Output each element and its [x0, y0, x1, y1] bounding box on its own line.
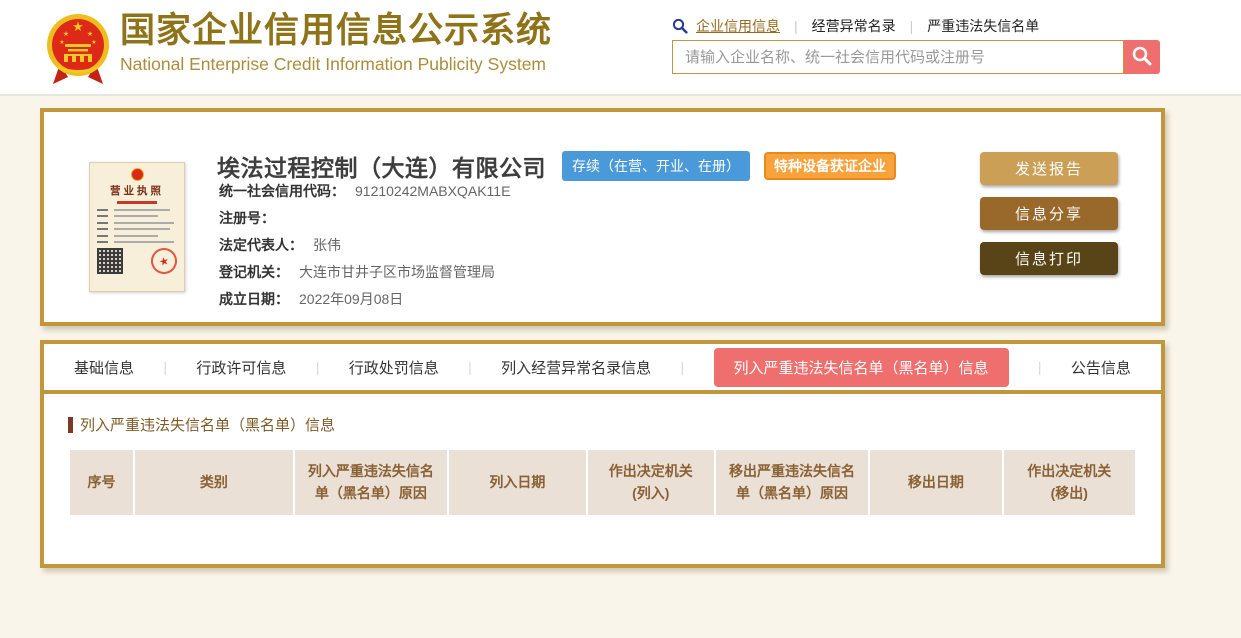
company-fields: 统一社会信用代码： 91210242MABXQAK11E 注册号： 法定代表人：…: [219, 183, 511, 318]
search-bar: [672, 40, 1160, 74]
tab-administrative-penalty[interactable]: 行政处罚信息: [349, 357, 439, 378]
field-legal-representative: 法定代表人： 张伟: [219, 236, 341, 253]
col-category: 类别: [135, 450, 293, 515]
company-actions: 发送报告 信息分享 信息打印: [980, 152, 1118, 287]
share-info-button[interactable]: 信息分享: [980, 197, 1118, 230]
field-registration-number: 注册号：: [219, 209, 275, 226]
table-header-row: 序号 类别 列入严重违法失信名 单（黑名单）原因 列入日期 作出决定机关 (列入…: [70, 450, 1135, 515]
tab-announcements[interactable]: 公告信息: [1071, 357, 1131, 378]
svg-text:★: ★: [91, 39, 96, 46]
license-text-line: [97, 241, 177, 243]
license-emblem-icon: [130, 168, 144, 181]
field-establishment-date: 成立日期： 2022年09月08日: [219, 290, 404, 307]
license-text-line: [97, 221, 177, 224]
license-title: 营业执照: [110, 185, 164, 197]
company-name: 埃法过程控制（大连）有限公司: [217, 155, 546, 181]
nav-link-enterprise-credit[interactable]: 企业信用信息: [696, 16, 780, 36]
col-removal-date: 移出日期: [870, 450, 1002, 515]
field-registration-authority: 登记机关： 大连市甘井子区市场监督管理局: [219, 263, 495, 280]
tab-separator: |: [1037, 359, 1042, 375]
nav-search-icon: [672, 18, 688, 34]
site-subtitle: National Enterprise Credit Information P…: [120, 54, 547, 75]
nav-link-abnormal-operations[interactable]: 经营异常名录: [812, 16, 896, 36]
company-card: 营业执照 ★ 埃法过程控制（大连）有限公司 存续（在营、开业、在册） 特种设备获…: [40, 108, 1165, 326]
col-deciding-authority-removal: 作出决定机关 (移出): [1003, 450, 1135, 515]
license-text-line: [97, 215, 177, 217]
col-serial-number: 序号: [70, 450, 134, 515]
license-red-seal-icon: ★: [148, 244, 180, 277]
section-title-bar: [68, 416, 73, 433]
company-header: 埃法过程控制（大连）有限公司 存续（在营、开业、在册） 特种设备获证企业: [217, 149, 896, 183]
section-title-row: 列入严重违法失信名单（黑名单）信息: [68, 414, 1137, 435]
tab-serious-violation-blacklist[interactable]: 列入严重违法失信名单（黑名单）信息: [713, 347, 1009, 387]
tab-separator: |: [163, 359, 168, 375]
national-emblem-icon: ★ ★ ★ ★ ★: [46, 8, 110, 88]
blacklist-section: 列入严重违法失信名单（黑名单）信息 序号 类别 列入严重违法失信名 单（黑名单）…: [44, 394, 1161, 515]
col-inclusion-date: 列入日期: [449, 450, 586, 515]
search-input[interactable]: [672, 40, 1124, 74]
nav-separator: |: [909, 18, 914, 34]
license-qr-code: [97, 247, 123, 274]
nav-separator: |: [794, 18, 798, 34]
svg-text:★: ★: [59, 39, 64, 46]
col-deciding-authority-inclusion: 作出决定机关 (列入): [587, 450, 714, 515]
svg-text:★: ★: [87, 30, 93, 38]
business-license-thumbnail[interactable]: 营业执照 ★: [89, 162, 185, 292]
top-nav: 企业信用信息 | 经营异常名录 | 严重违法失信名单: [672, 16, 1039, 36]
tab-separator: |: [315, 359, 320, 375]
license-text-line: [97, 228, 177, 230]
detail-card: 基础信息 | 行政许可信息 | 行政处罚信息 | 列入经营异常名录信息 | 列入…: [40, 340, 1165, 568]
section-title: 列入严重违法失信名单（黑名单）信息: [80, 417, 336, 434]
blacklist-table: 序号 类别 列入严重违法失信名 单（黑名单）原因 列入日期 作出决定机关 (列入…: [68, 450, 1137, 515]
site-title-block: 国家企业信用信息公示系统 National Enterprise Credit …: [120, 11, 552, 75]
license-text-line: [97, 234, 177, 237]
tab-administrative-licensing[interactable]: 行政许可信息: [196, 357, 286, 378]
company-status-badge: 存续（在营、开业、在册）: [562, 151, 750, 181]
tab-bar: 基础信息 | 行政许可信息 | 行政处罚信息 | 列入经营异常名录信息 | 列入…: [44, 344, 1161, 394]
col-removal-reason: 移出严重违法失信名 单（黑名单）原因: [715, 450, 869, 515]
special-equipment-badge: 特种设备获证企业: [764, 152, 896, 180]
nav-link-serious-violation-list[interactable]: 严重违法失信名单: [927, 16, 1039, 36]
site-title: 国家企业信用信息公示系统: [120, 11, 553, 50]
tab-separator: |: [680, 359, 685, 375]
tab-separator: |: [468, 359, 472, 375]
tab-basic-info[interactable]: 基础信息: [74, 357, 134, 378]
site-header: ★ ★ ★ ★ ★ 国家企业信用信息公示系统 National Enterpri…: [0, 0, 1241, 96]
print-info-button[interactable]: 信息打印: [980, 242, 1118, 275]
field-credit-code: 统一社会信用代码： 91210242MABXQAK11E: [219, 183, 511, 199]
search-button-icon: [1131, 45, 1153, 70]
svg-text:★: ★: [63, 30, 69, 38]
svg-text:★: ★: [72, 19, 84, 34]
license-text-line: [97, 208, 177, 211]
license-number-line: [117, 201, 157, 204]
send-report-button[interactable]: 发送报告: [980, 152, 1118, 185]
tab-abnormal-operations[interactable]: 列入经营异常名录信息: [501, 357, 651, 378]
search-button[interactable]: [1124, 40, 1160, 74]
col-inclusion-reason: 列入严重违法失信名 单（黑名单）原因: [294, 450, 448, 515]
